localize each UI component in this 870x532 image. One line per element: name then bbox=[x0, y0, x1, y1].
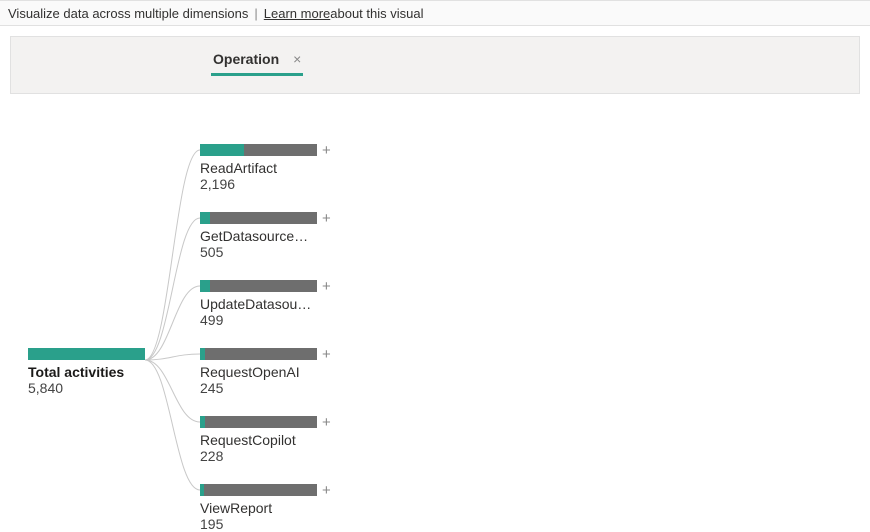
expand-icon[interactable]: + bbox=[322, 346, 331, 363]
leaf-node[interactable]: + GetDatasource… 505 bbox=[200, 212, 350, 260]
expand-icon[interactable]: + bbox=[322, 278, 331, 295]
leaf-bar bbox=[200, 212, 317, 224]
banner-separator: | bbox=[254, 6, 257, 21]
dimension-chip[interactable]: Operation × bbox=[211, 51, 303, 76]
learn-more-link[interactable]: Learn more bbox=[264, 6, 330, 21]
expand-icon[interactable]: + bbox=[322, 210, 331, 227]
leaf-label: RequestCopilot bbox=[200, 432, 328, 448]
banner-trail: about this visual bbox=[330, 6, 423, 21]
leaf-bar bbox=[200, 144, 317, 156]
leaf-node[interactable]: + ReadArtifact 2,196 bbox=[200, 144, 350, 192]
remove-dimension-icon[interactable]: × bbox=[293, 51, 301, 67]
expand-icon[interactable]: + bbox=[322, 482, 331, 499]
grouping-strip: Operation × bbox=[10, 36, 860, 94]
leaf-value: 505 bbox=[200, 244, 350, 260]
leaf-bar bbox=[200, 416, 317, 428]
expand-icon[interactable]: + bbox=[322, 414, 331, 431]
leaf-node[interactable]: + UpdateDatasou… 499 bbox=[200, 280, 350, 328]
root-label: Total activities bbox=[28, 364, 158, 380]
leaf-bar bbox=[200, 484, 317, 496]
leaf-bar bbox=[200, 280, 317, 292]
info-banner: Visualize data across multiple dimension… bbox=[0, 0, 870, 26]
leaf-label: UpdateDatasou… bbox=[200, 296, 328, 312]
connector-lines bbox=[0, 100, 870, 530]
leaf-node[interactable]: + RequestOpenAI 245 bbox=[200, 348, 350, 396]
root-value: 5,840 bbox=[28, 380, 158, 396]
leaf-value: 499 bbox=[200, 312, 350, 328]
leaf-value: 2,196 bbox=[200, 176, 350, 192]
root-bar bbox=[28, 348, 145, 360]
leaf-value: 228 bbox=[200, 448, 350, 464]
root-node[interactable]: Total activities 5,840 bbox=[28, 348, 158, 396]
leaf-label: ViewReport bbox=[200, 500, 328, 516]
dimension-chip-label: Operation bbox=[213, 51, 279, 67]
leaf-bar bbox=[200, 348, 317, 360]
tree-canvas: Total activities 5,840 + ReadArtifact 2,… bbox=[0, 100, 870, 530]
leaf-label: ReadArtifact bbox=[200, 160, 328, 176]
leaf-node[interactable]: + ViewReport 195 bbox=[200, 484, 350, 532]
banner-lead: Visualize data across multiple dimension… bbox=[8, 6, 248, 21]
leaf-node[interactable]: + RequestCopilot 228 bbox=[200, 416, 350, 464]
leaf-value: 245 bbox=[200, 380, 350, 396]
leaf-label: RequestOpenAI bbox=[200, 364, 328, 380]
expand-icon[interactable]: + bbox=[322, 142, 331, 159]
leaf-label: GetDatasource… bbox=[200, 228, 328, 244]
leaf-value: 195 bbox=[200, 516, 350, 532]
